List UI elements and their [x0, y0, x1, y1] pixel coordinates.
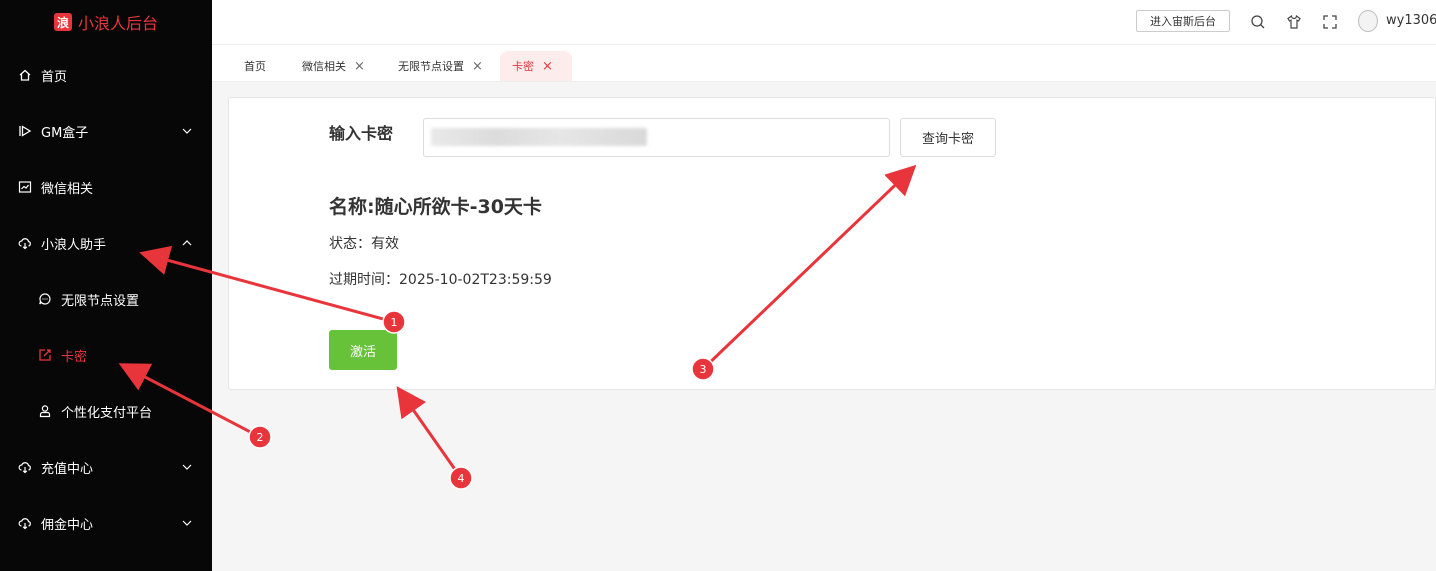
sidebar-item-card-key[interactable]: 卡密	[0, 327, 212, 383]
cloud-icon	[18, 238, 31, 250]
annotation-label-2: 2	[257, 431, 264, 444]
tab-bar: 首页 微信相关 × 无限节点设置 × 卡密 ×	[212, 45, 1436, 82]
shirt-icon[interactable]	[1286, 14, 1302, 30]
sidebar-item-recharge[interactable]: 充值中心	[0, 439, 212, 495]
chevron-down-icon	[182, 464, 192, 470]
annotation-label-4: 4	[458, 472, 465, 485]
sidebar-item-unlimited-nodes[interactable]: 无限节点设置	[0, 271, 212, 327]
cloud-icon	[18, 462, 31, 474]
card-expire-time: 过期时间：2025-10-02T23:59:59	[329, 272, 552, 288]
tab-label: 首页	[244, 60, 266, 73]
close-icon[interactable]: ×	[542, 60, 553, 73]
card-key-input-label: 输入卡密	[329, 124, 394, 143]
sidebar-item-assistant[interactable]: 小浪人助手	[0, 215, 212, 271]
sidebar-item-label: GM盒子	[41, 125, 89, 141]
logo-icon: 浪	[53, 13, 72, 31]
sidebar-item-payment-platform[interactable]: 个性化支付平台	[0, 383, 212, 439]
chevron-up-icon	[182, 240, 192, 246]
fullscreen-icon[interactable]	[1322, 14, 1338, 30]
annotation-marker-2	[248, 425, 272, 449]
avatar[interactable]	[1358, 10, 1378, 32]
chevron-down-icon	[182, 128, 192, 134]
tab-home[interactable]: 首页	[232, 51, 278, 81]
sidebar-item-gm-box[interactable]: GM盒子	[0, 103, 212, 159]
tab-unlimited-nodes[interactable]: 无限节点设置 ×	[386, 51, 495, 81]
sidebar: 浪 小浪人后台 首页 GM盒子 微信相关 小浪人助手 无限节点设置 卡密 个性化…	[0, 0, 212, 571]
sidebar-item-label: 首页	[41, 69, 68, 85]
tab-wechat[interactable]: 微信相关 ×	[290, 51, 377, 81]
home-icon	[19, 69, 31, 81]
sidebar-item-label: 佣金中心	[41, 517, 94, 533]
tab-label: 无限节点设置	[398, 60, 464, 73]
search-icon[interactable]	[1250, 14, 1266, 30]
annotation-marker-4	[449, 466, 473, 490]
card-name: 名称:随心所欲卡-30天卡	[329, 196, 542, 218]
edit-icon	[39, 349, 51, 361]
close-icon[interactable]: ×	[354, 60, 365, 73]
enter-zeus-admin-button[interactable]: 进入宙斯后台	[1136, 10, 1230, 32]
sidebar-item-home[interactable]: 首页	[0, 47, 212, 103]
logo[interactable]: 浪 小浪人后台	[0, 0, 212, 44]
card-key-panel: 输入卡密 查询卡密 名称:随心所欲卡-30天卡 状态：有效 过期时间：2025-…	[228, 97, 1436, 390]
card-status: 状态：有效	[329, 236, 399, 252]
close-icon[interactable]: ×	[472, 60, 483, 73]
sidebar-item-label: 个性化支付平台	[61, 405, 153, 421]
sidebar-item-label: 无限节点设置	[61, 293, 140, 309]
annotation-arrow-4	[396, 386, 463, 479]
logo-text: 小浪人后台	[77, 14, 158, 33]
sidebar-item-wechat[interactable]: 微信相关	[0, 159, 212, 215]
chevron-down-icon	[182, 520, 192, 526]
username[interactable]: wy1306	[1386, 13, 1436, 28]
query-card-key-button[interactable]: 查询卡密	[900, 118, 996, 157]
activate-button[interactable]: 激活	[329, 330, 397, 370]
user-icon	[39, 405, 51, 418]
redacted-card-key	[431, 128, 647, 146]
sidebar-item-commission[interactable]: 佣金中心	[0, 495, 212, 551]
sidebar-item-label: 卡密	[61, 349, 88, 365]
sidebar-item-label: 充值中心	[41, 461, 94, 477]
cloud-icon	[18, 518, 31, 530]
chart-icon	[18, 181, 32, 193]
tab-label: 微信相关	[302, 60, 346, 73]
sidebar-item-label: 小浪人助手	[41, 237, 107, 253]
sidebar-item-label: 微信相关	[41, 181, 94, 197]
tab-card-key[interactable]: 卡密 ×	[500, 51, 572, 81]
top-header: 进入宙斯后台 wy1306	[212, 0, 1436, 45]
chat-icon	[39, 293, 51, 305]
play-icon	[19, 125, 32, 137]
tab-label: 卡密	[512, 60, 534, 73]
